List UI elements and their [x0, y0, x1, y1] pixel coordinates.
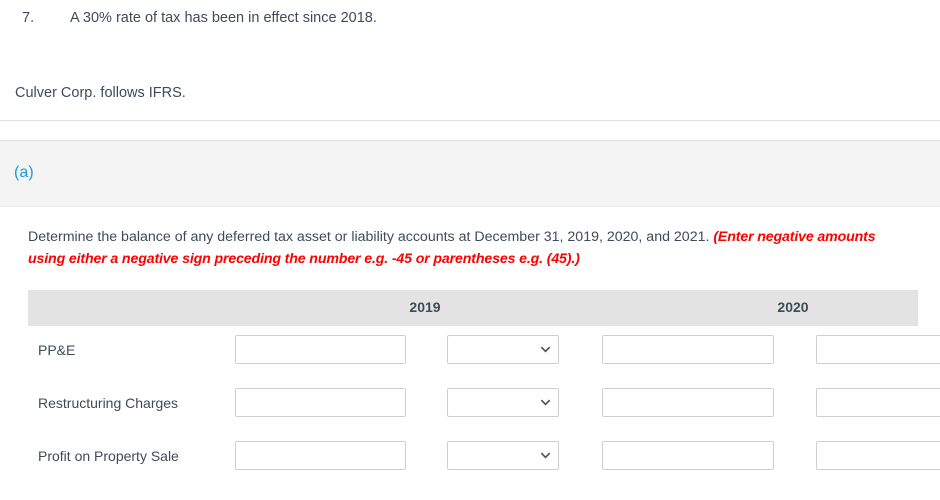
- row-label-ppe: PP&E: [38, 342, 76, 358]
- amount-2021-input-restructuring[interactable]: [817, 389, 940, 416]
- amount-2020-input-ppe[interactable]: [603, 336, 773, 363]
- amount-2021-input-ppe[interactable]: [817, 336, 940, 363]
- amount-2021-cell-restructuring[interactable]: [816, 388, 940, 417]
- amount-2021-input-profit[interactable]: [817, 442, 940, 469]
- part-a-band: [0, 141, 940, 207]
- amount-2021-cell-profit[interactable]: [816, 441, 940, 470]
- amount-2020-cell-restructuring[interactable]: [602, 388, 774, 417]
- table-body: PP&E Restructuring Charges Profit on Pro…: [28, 326, 940, 485]
- instructions-main: Determine the balance of any deferred ta…: [28, 229, 714, 245]
- table-row: Profit on Property Sale: [28, 432, 940, 485]
- company-standard-note: Culver Corp. follows IFRS.: [15, 85, 186, 101]
- question-block: 7. A 30% rate of tax has been in effect …: [0, 0, 940, 120]
- chevron-down-icon: [541, 345, 550, 354]
- table-row: Restructuring Charges: [28, 379, 940, 432]
- row-label-restructuring-charges: Restructuring Charges: [38, 395, 179, 411]
- type-2019-select-profit[interactable]: [447, 441, 559, 470]
- instructions: Determine the balance of any deferred ta…: [28, 226, 912, 270]
- type-2019-select-restructuring[interactable]: [447, 388, 559, 417]
- amount-2021-cell-ppe[interactable]: [816, 335, 940, 364]
- chevron-down-icon: [541, 398, 550, 407]
- column-header-2019: 2019: [409, 299, 441, 315]
- amount-2019-cell-profit[interactable]: [235, 441, 406, 470]
- deferred-tax-table: 2019 2020 PP&E Restructuring Charges Pro…: [28, 290, 940, 485]
- question-number: 7.: [22, 10, 35, 26]
- divider-top: [0, 120, 940, 121]
- amount-2019-input-ppe[interactable]: [236, 336, 405, 363]
- table-row: PP&E: [28, 326, 940, 379]
- exercise-page: 7. A 30% rate of tax has been in effect …: [0, 0, 940, 500]
- amount-2020-input-profit[interactable]: [603, 442, 773, 469]
- table-header-row: 2019 2020: [28, 290, 918, 326]
- question-text: A 30% rate of tax has been in effect sin…: [70, 10, 377, 26]
- part-a-label: (a): [14, 164, 34, 181]
- amount-2019-cell-restructuring[interactable]: [235, 388, 406, 417]
- amount-2019-input-profit[interactable]: [236, 442, 405, 469]
- amount-2020-cell-profit[interactable]: [602, 441, 774, 470]
- chevron-down-icon: [541, 451, 550, 460]
- amount-2020-input-restructuring[interactable]: [603, 389, 773, 416]
- amount-2019-cell-ppe[interactable]: [235, 335, 406, 364]
- type-2019-select-ppe[interactable]: [447, 335, 559, 364]
- row-label-profit-on-property-sale: Profit on Property Sale: [38, 448, 179, 464]
- question-line: 7. A 30% rate of tax has been in effect …: [22, 10, 377, 26]
- amount-2020-cell-ppe[interactable]: [602, 335, 774, 364]
- amount-2019-input-restructuring[interactable]: [236, 389, 405, 416]
- column-header-2020: 2020: [777, 299, 809, 315]
